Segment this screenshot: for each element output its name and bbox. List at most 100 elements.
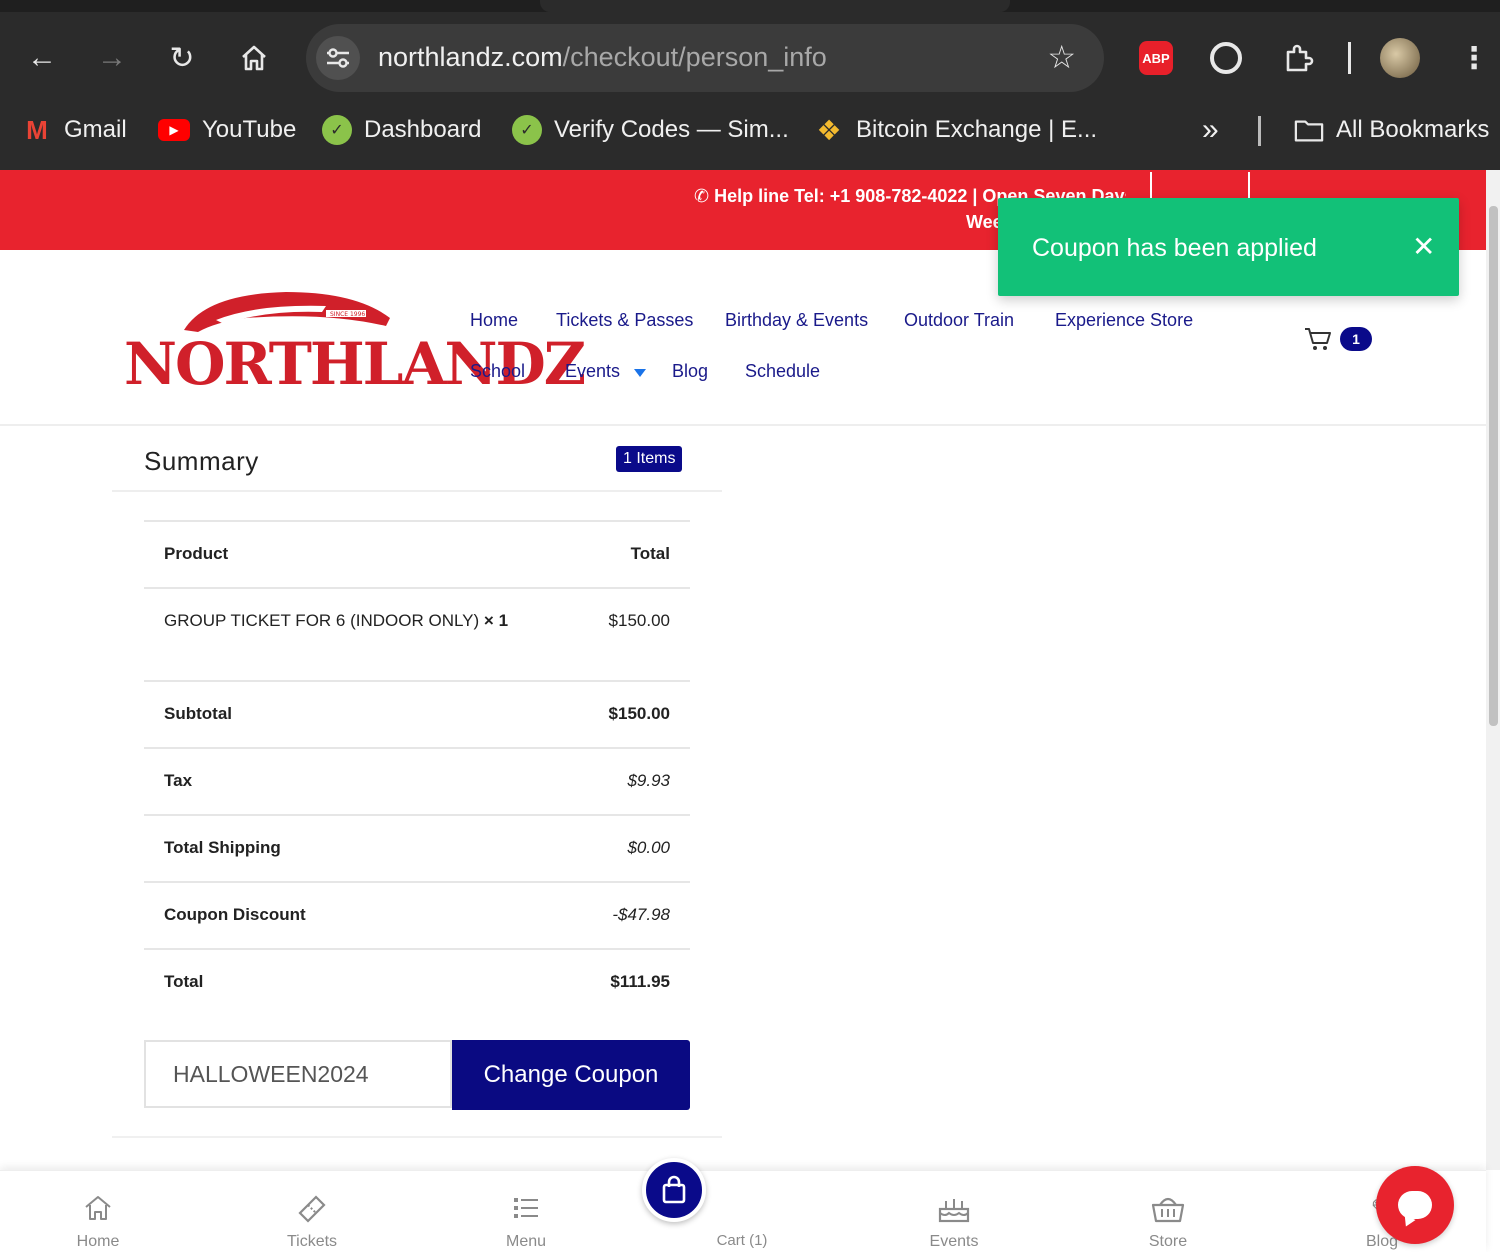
bookmarks-separator [1258, 116, 1261, 146]
toast-message: Coupon has been applied [1032, 234, 1317, 262]
topbar-divider [1150, 172, 1152, 198]
tax-label: Tax [164, 771, 193, 790]
chat-bubble-icon [1398, 1191, 1432, 1219]
nav-school[interactable]: School [470, 361, 525, 382]
total-label: Total [164, 972, 204, 991]
nav-experience-store[interactable]: Experience Store [1055, 310, 1193, 331]
change-coupon-button[interactable]: Change Coupon [452, 1040, 690, 1110]
nav-outdoor-train[interactable]: Outdoor Train [904, 310, 1014, 331]
shipping-label: Total Shipping [164, 838, 281, 857]
url-path: /checkout/person_info [562, 42, 827, 72]
nav-blog[interactable]: Blog [672, 361, 708, 382]
menu-icon [466, 1193, 586, 1227]
nav-tickets-passes[interactable]: Tickets & Passes [556, 310, 693, 331]
coupon-code-input[interactable] [144, 1040, 452, 1108]
product-quantity: × 1 [483, 611, 509, 630]
close-icon[interactable]: ✕ [1412, 230, 1435, 263]
bookmark-star-icon[interactable]: ☆ [1047, 38, 1076, 76]
coupon-discount-value: -$47.98 [612, 905, 670, 924]
all-bookmarks-label: All Bookmarks [1336, 116, 1490, 143]
bottom-nav-tickets[interactable]: Tickets [252, 1193, 372, 1251]
active-tab[interactable] [540, 0, 1010, 12]
nav-birthday-events[interactable]: Birthday & Events [725, 310, 868, 331]
subtotal-value: $150.00 [608, 704, 670, 723]
nav-schedule[interactable]: Schedule [745, 361, 820, 382]
gmail-icon: M [26, 114, 48, 145]
bookmark-verify-codes[interactable]: ✓ Verify Codes — Sim... [512, 114, 789, 146]
total-column-header: Total [630, 544, 670, 563]
logo-tagline: SINCE 1996 [330, 311, 365, 318]
coupon-discount-label: Coupon Discount [164, 905, 306, 924]
cart-icon[interactable] [1304, 326, 1332, 352]
product-name: GROUP TICKET FOR 6 (INDOOR ONLY) [164, 611, 480, 630]
tax-value: $9.93 [627, 771, 670, 790]
line-item-name: GROUP TICKET FOR 6 (INDOOR ONLY) × 1 [164, 611, 508, 631]
home-icon[interactable] [232, 36, 276, 80]
address-bar[interactable]: northlandz.com/checkout/person_info ☆ [306, 24, 1104, 92]
adblock-extension[interactable]: ABP [1134, 36, 1178, 80]
bottom-nav-label: Home [76, 1233, 120, 1250]
extension-icon [1210, 42, 1242, 74]
nav-events[interactable]: Events [565, 361, 620, 382]
url-text[interactable]: northlandz.com/checkout/person_info [378, 42, 827, 73]
avatar [1380, 38, 1420, 78]
northlandz-logo[interactable]: SINCE 1996 NORTHLANDZ [124, 286, 586, 398]
bottom-nav-label: Menu [505, 1233, 547, 1250]
bottom-nav-store[interactable]: Store [1108, 1193, 1228, 1251]
bottom-nav-events[interactable]: Events [894, 1193, 1014, 1251]
bookmark-bitcoin-exchange[interactable]: ❖ Bitcoin Exchange | E... [814, 114, 1097, 146]
extensions-puzzle-icon[interactable] [1276, 36, 1320, 80]
bottom-nav-menu[interactable]: Menu [466, 1193, 586, 1251]
browser-menu-icon[interactable]: ⋮ [1452, 36, 1496, 80]
items-count-badge: 1 Items [616, 446, 683, 472]
ticket-icon [252, 1193, 372, 1227]
total-row: Total $111.95 [144, 948, 690, 1015]
bookmark-dashboard[interactable]: ✓ Dashboard [322, 114, 481, 146]
shopping-bag-icon [662, 1175, 686, 1204]
back-icon[interactable]: ← [20, 36, 64, 80]
summary-title: Summary [144, 446, 259, 476]
shipping-row: Total Shipping $0.00 [144, 814, 690, 881]
binance-icon: ❖ [816, 114, 842, 146]
basket-icon [1108, 1193, 1228, 1227]
bookmarks-bar: M Gmail ▶ YouTube ✓ Dashboard ✓ Verify Codes… [0, 104, 1500, 156]
cart-count-badge[interactable]: 1 [1340, 327, 1372, 351]
reload-icon[interactable]: ↻ [160, 36, 204, 80]
bookmark-gmail[interactable]: M Gmail [22, 114, 127, 146]
all-bookmarks-button[interactable]: All Bookmarks [1294, 114, 1489, 146]
browser-chrome: ← → ↻ northlandz.com/checkout/person_inf… [0, 0, 1500, 170]
shipping-value: $0.00 [627, 838, 670, 857]
product-column-header: Product [164, 544, 229, 563]
nav-home[interactable]: Home [470, 310, 518, 331]
tax-row: Tax $9.93 [144, 747, 690, 814]
topbar-divider [1248, 172, 1250, 198]
bookmark-youtube[interactable]: ▶ YouTube [158, 114, 296, 146]
chat-widget-button[interactable] [1376, 1166, 1454, 1244]
profile-avatar[interactable] [1378, 36, 1422, 80]
line-item-row: GROUP TICKET FOR 6 (INDOOR ONLY) × 1 $15… [144, 587, 690, 680]
bookmarks-overflow-icon[interactable]: » [1202, 113, 1219, 146]
total-value: $111.95 [610, 972, 670, 991]
bookmark-label: Verify Codes — Sim... [554, 116, 789, 143]
coupon-discount-row: Coupon Discount -$47.98 [144, 881, 690, 948]
extension-button[interactable] [1204, 36, 1248, 80]
tab-strip [0, 0, 1500, 12]
bottom-nav-cart-button[interactable] [642, 1158, 706, 1222]
bottom-nav-label: Events [929, 1233, 979, 1250]
subtotal-row: Subtotal $150.00 [144, 680, 690, 747]
youtube-icon: ▶ [158, 119, 190, 141]
bookmark-label: Dashboard [364, 116, 482, 143]
home-icon [38, 1193, 158, 1227]
toolbar-separator [1348, 42, 1351, 74]
bookmark-label: YouTube [202, 116, 297, 143]
order-summary-table: Product Total GROUP TICKET FOR 6 (INDOOR… [144, 520, 690, 1015]
page-scrollbar[interactable] [1486, 170, 1500, 1170]
bottom-nav-cart-label[interactable]: Cart (1) [682, 1232, 802, 1249]
bottom-nav-home[interactable]: Home [38, 1193, 158, 1251]
scrollbar-thumb[interactable] [1489, 206, 1498, 726]
site-info-icon[interactable] [316, 36, 360, 80]
table-header-row: Product Total [144, 520, 690, 587]
chevron-down-icon[interactable] [634, 369, 646, 377]
forward-icon[interactable]: → [90, 36, 134, 80]
dashboard-icon: ✓ [322, 115, 352, 145]
